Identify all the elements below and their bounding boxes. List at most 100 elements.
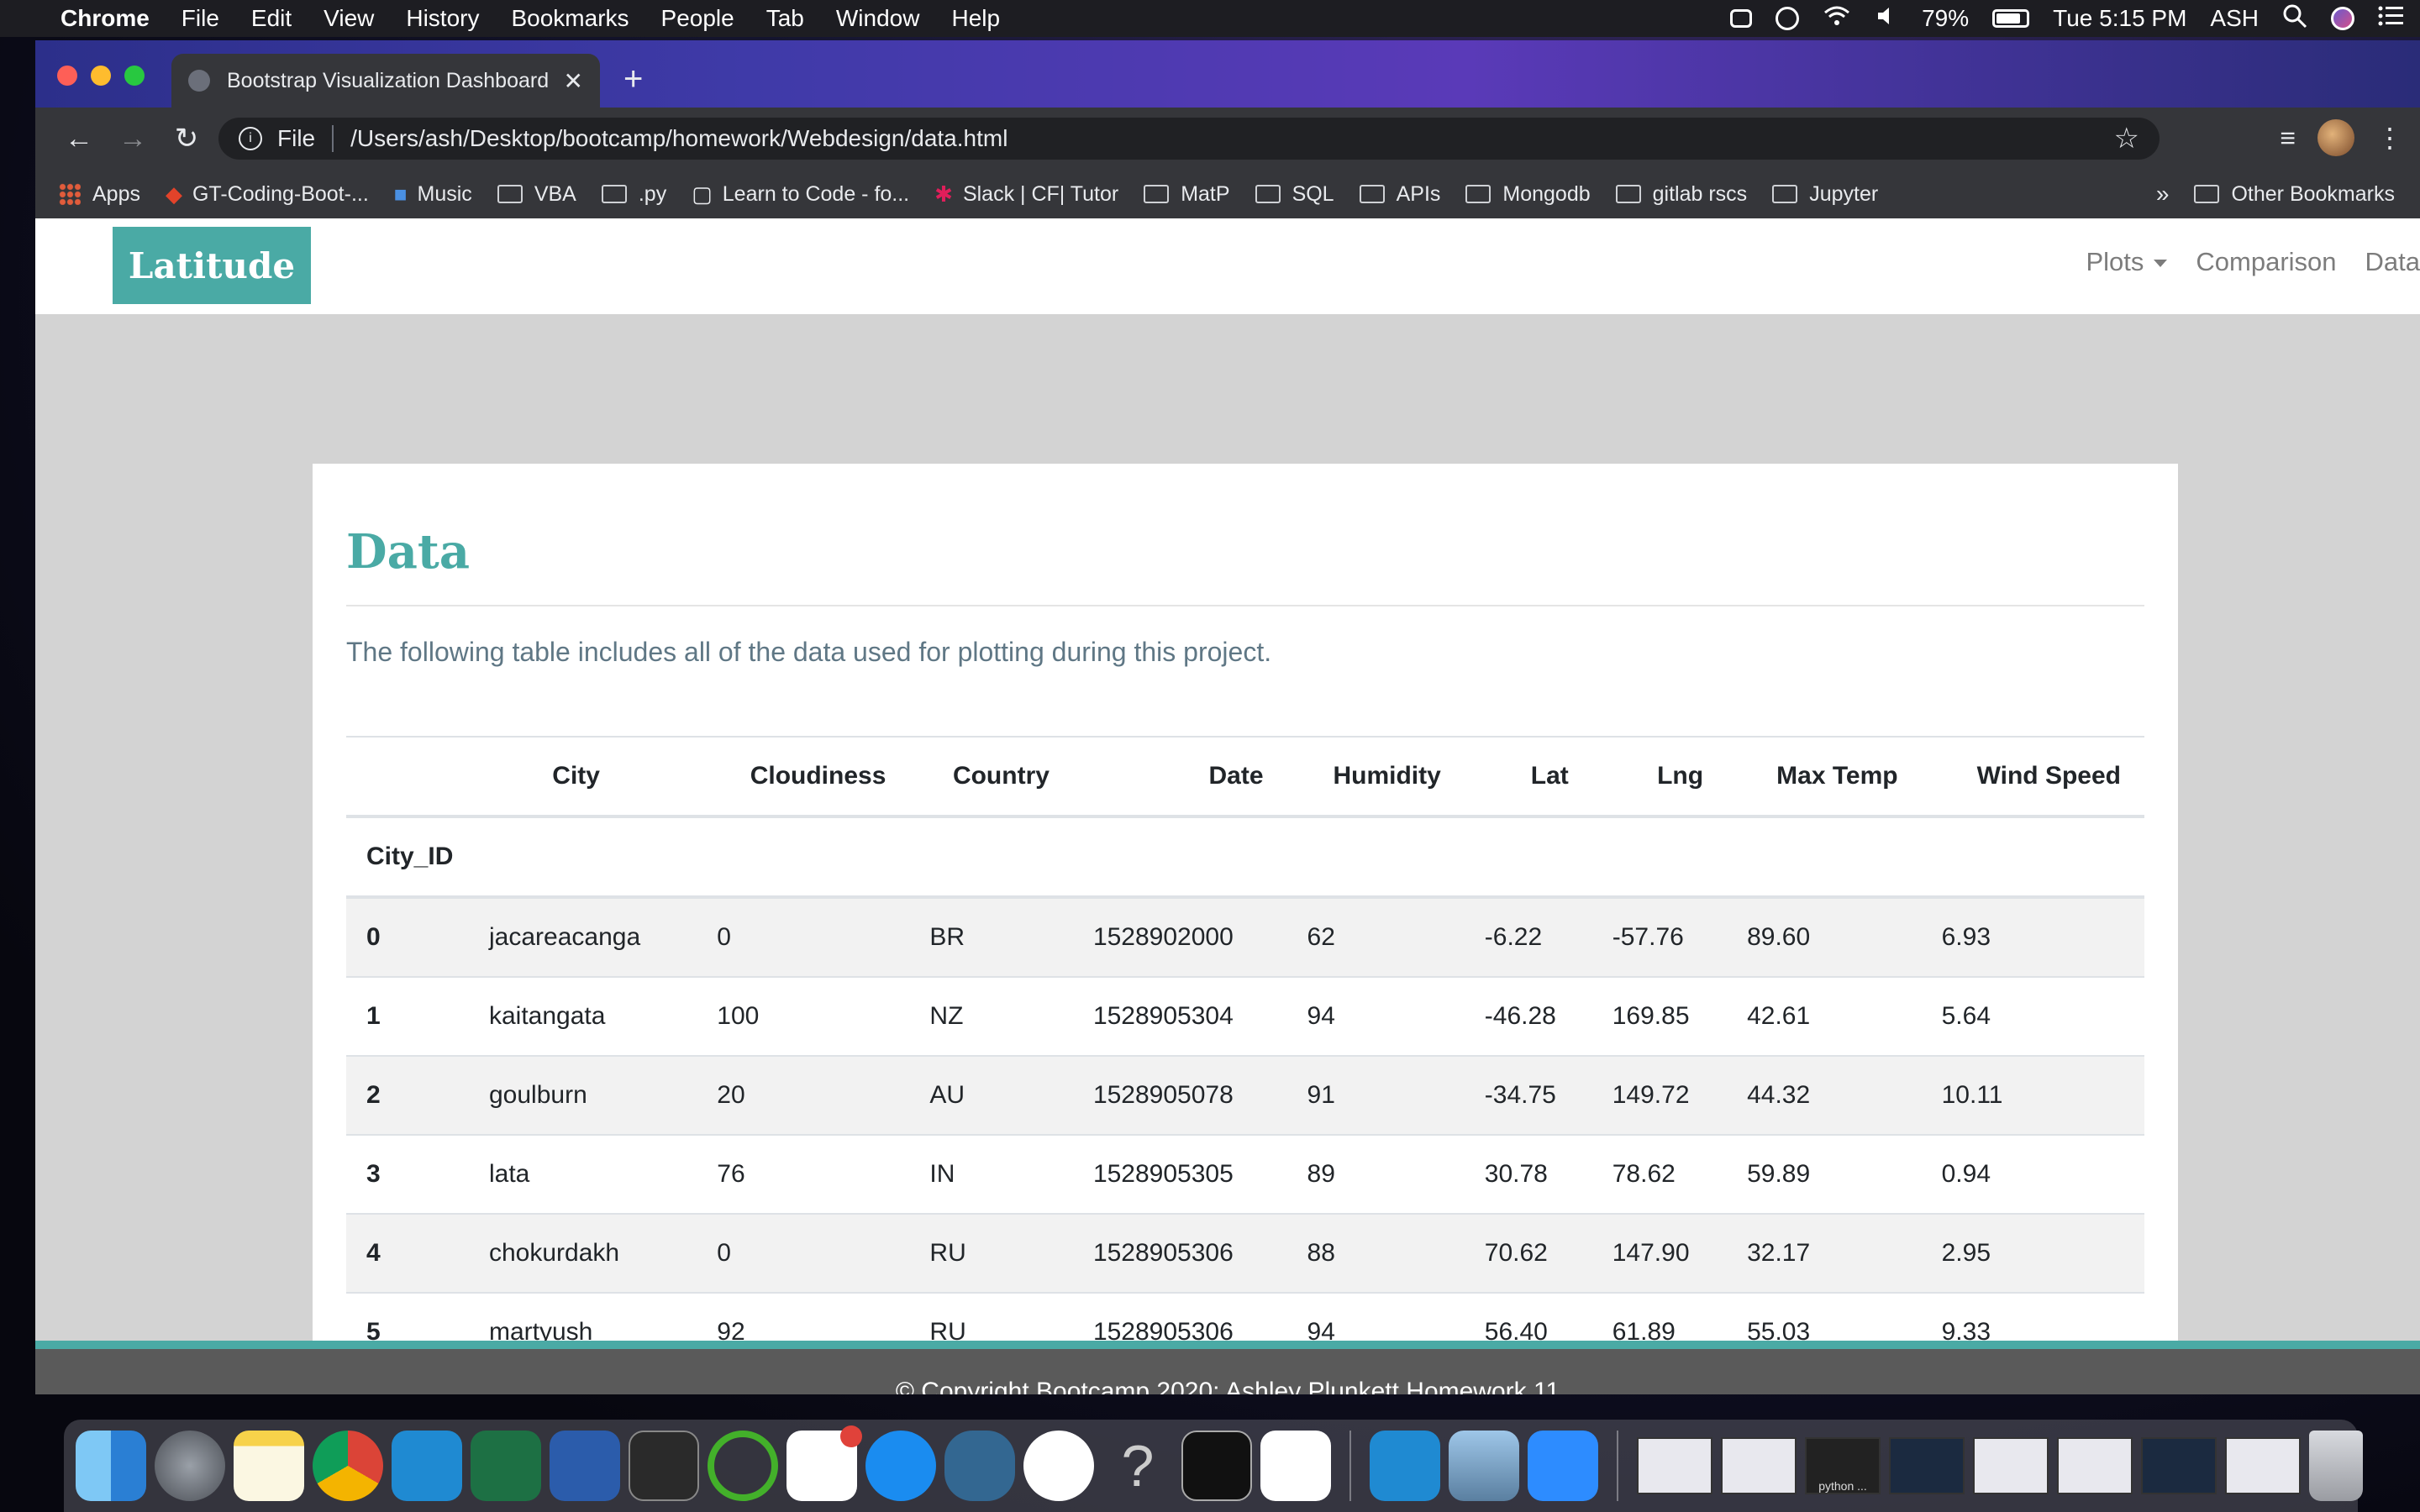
menubar-clock[interactable]: Tue 5:15 PM (2053, 5, 2186, 32)
chrome-window: Bootstrap Visualization Dashboard ✕ + ← … (35, 40, 2420, 1394)
minimized-window-thumbnail[interactable] (2057, 1437, 2133, 1494)
tableau-icon[interactable] (1260, 1431, 1331, 1501)
tab-active[interactable]: Bootstrap Visualization Dashboard ✕ (171, 54, 600, 108)
minimized-window-thumbnail[interactable] (2141, 1437, 2217, 1494)
sync-status-icon[interactable] (1776, 7, 1800, 30)
bookmark-music[interactable]: ■ Music (394, 181, 472, 207)
minimized-window-thumbnail[interactable] (1637, 1437, 1712, 1494)
bookmark-vba[interactable]: VBA (497, 182, 576, 207)
table-cell: 70.62 (1464, 1213, 1592, 1293)
info-icon[interactable]: i (239, 127, 262, 150)
battery-percent: 79% (1922, 5, 1970, 31)
menu-history[interactable]: History (406, 5, 479, 32)
media-controls-icon[interactable]: ≡ (2280, 123, 2296, 154)
fullscreen-window-button[interactable] (124, 66, 145, 86)
menubar-user[interactable]: ASH (2210, 5, 2259, 32)
help-icon[interactable]: ? (1102, 1431, 1173, 1501)
preview-icon[interactable] (1449, 1431, 1519, 1501)
bookmark-label: Learn to Code - fo... (722, 181, 910, 206)
address-bar[interactable]: i File /Users/ash/Desktop/bootcamp/homew… (218, 118, 2160, 160)
brand-logo[interactable]: Latitude (113, 227, 311, 304)
minimized-window-thumbnail[interactable] (1721, 1437, 1797, 1494)
table-cell: BR (909, 896, 1073, 977)
bookmarks-overflow-button[interactable]: » (2156, 181, 2170, 207)
app-store-icon[interactable] (865, 1431, 936, 1501)
bookmark-learn-to-code[interactable]: ▢ Learn to Code - fo... (692, 181, 909, 207)
window-controls (57, 66, 145, 86)
spotlight-search-icon[interactable] (2282, 3, 2307, 34)
zoom-icon[interactable] (1528, 1431, 1598, 1501)
bookmark-matp[interactable]: MatP (1144, 181, 1230, 207)
table-row: 3 lata 76 IN 1528905305 89 30.78 78.62 5… (346, 1134, 2144, 1214)
bookmark-sql[interactable]: SQL (1255, 182, 1334, 207)
page-description: The following table includes all of the … (346, 637, 1272, 667)
bookmark-py[interactable]: .py (601, 182, 666, 207)
siri-icon[interactable] (2331, 7, 2354, 30)
postgres-icon[interactable] (944, 1431, 1015, 1501)
column-header-index (346, 736, 469, 818)
vscode-icon[interactable] (1370, 1431, 1440, 1501)
bookmark-label: GT-Coding-Boot-... (192, 181, 369, 206)
zoom-status-icon[interactable] (1730, 9, 1753, 28)
nav-comparison-link[interactable]: Comparison (2196, 247, 2336, 277)
dock-separator (1349, 1431, 1351, 1501)
minimized-window-thumbnail[interactable] (1973, 1437, 2049, 1494)
menu-edit[interactable]: Edit (251, 5, 292, 32)
forward-arrow-icon[interactable]: → (106, 123, 160, 155)
menu-window[interactable]: Window (836, 5, 920, 32)
anaconda-icon[interactable] (708, 1431, 778, 1501)
mongodb-icon[interactable] (1023, 1431, 1094, 1501)
notes-icon[interactable] (234, 1431, 304, 1501)
close-tab-icon[interactable]: ✕ (564, 67, 583, 95)
bookmark-other[interactable]: Other Bookmarks (2194, 182, 2395, 207)
profile-avatar[interactable] (2317, 119, 2354, 156)
menu-chrome[interactable]: Chrome (60, 5, 150, 32)
minimized-window-thumbnail[interactable] (2225, 1437, 2301, 1494)
bookmark-star-icon[interactable]: ☆ (2114, 122, 2139, 155)
battery-icon[interactable] (1992, 9, 2030, 28)
nav-data-link[interactable]: Data (2365, 247, 2420, 277)
bookmark-apps[interactable]: Apps (59, 182, 140, 207)
excel-icon[interactable] (471, 1431, 541, 1501)
slack-icon[interactable] (786, 1425, 862, 1501)
minimized-window-thumbnail[interactable] (1889, 1437, 1965, 1494)
wifi-icon[interactable] (1823, 4, 1851, 34)
bookmark-label: VBA (534, 181, 576, 206)
kebab-menu-icon[interactable]: ⋮ (2376, 122, 2403, 154)
bookmark-jupyter[interactable]: Jupyter (1772, 182, 1878, 207)
bookmark-slack[interactable]: ✱ Slack | CF| Tutor (934, 181, 1118, 207)
bookmarks-bar: Apps ◆ GT-Coding-Boot-... ■ Music VBA .py … (35, 170, 2420, 218)
notification-center-icon[interactable] (2378, 5, 2403, 33)
menu-help[interactable]: Help (951, 5, 1000, 32)
url-text[interactable]: /Users/ash/Desktop/bootcamp/homework/Web… (350, 125, 1007, 152)
bookmark-apis[interactable]: APIs (1359, 182, 1440, 207)
column-header: Cloudiness (697, 736, 910, 818)
menu-people[interactable]: People (661, 5, 734, 32)
bookmark-label: MatP (1181, 181, 1230, 206)
terminal-icon[interactable] (1181, 1431, 1252, 1501)
menu-bookmarks[interactable]: Bookmarks (511, 5, 629, 32)
back-arrow-icon[interactable]: ← (52, 123, 106, 155)
close-window-button[interactable] (57, 66, 77, 86)
bookmark-gitlab-rscs[interactable]: gitlab rscs (1615, 182, 1747, 207)
menu-view[interactable]: View (324, 5, 374, 32)
menu-tab[interactable]: Tab (766, 5, 804, 32)
menu-file[interactable]: File (182, 5, 219, 32)
chrome-icon[interactable] (313, 1431, 383, 1501)
minimize-window-button[interactable] (91, 66, 111, 86)
reload-icon[interactable]: ↻ (160, 122, 213, 155)
volume-icon[interactable] (1875, 4, 1898, 34)
bookmark-gt-coding[interactable]: ◆ GT-Coding-Boot-... (166, 181, 369, 207)
minimized-window-thumbnail[interactable]: python ... (1805, 1437, 1881, 1494)
vscode-icon[interactable] (392, 1431, 462, 1501)
new-tab-button[interactable]: + (623, 62, 643, 96)
nav-plots-dropdown[interactable]: Plots (2086, 247, 2168, 277)
terminal-icon[interactable] (629, 1431, 699, 1501)
word-icon[interactable] (550, 1431, 620, 1501)
launchpad-icon[interactable] (155, 1431, 225, 1501)
table-row: 0 jacareacanga 0 BR 1528902000 62 -6.22 … (346, 896, 2144, 977)
trash-icon[interactable] (2309, 1431, 2363, 1501)
finder-icon[interactable] (76, 1431, 146, 1501)
folder-icon (1772, 185, 1798, 203)
bookmark-mongodb[interactable]: Mongodb (1465, 182, 1591, 207)
